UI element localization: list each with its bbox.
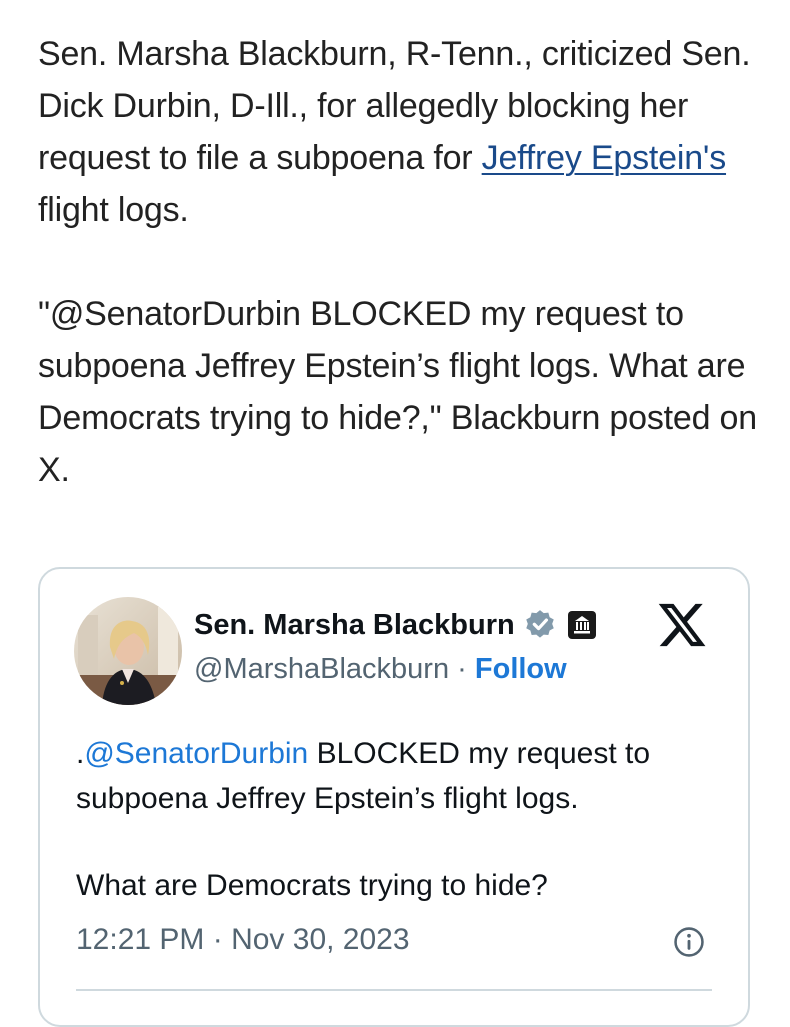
handle-row: @MarshaBlackburn · Follow xyxy=(194,653,597,686)
info-icon[interactable] xyxy=(672,925,706,959)
author-name[interactable]: Sen. Marsha Blackburn xyxy=(194,609,515,642)
author-info: Sen. Marsha Blackburn @MarshaBlackburn ·… xyxy=(194,605,597,686)
author-name-row: Sen. Marsha Blackburn xyxy=(194,605,597,645)
tweet-line-1: .@SenatorDurbin BLOCKED my request to su… xyxy=(76,731,726,821)
x-logo-icon[interactable] xyxy=(656,599,708,651)
article-text: Sen. Marsha Blackburn, R-Tenn., criticiz… xyxy=(38,28,758,496)
card-divider xyxy=(76,989,712,991)
tweet-line-2: What are Democrats trying to hide? xyxy=(76,869,548,902)
tweet-header: Sen. Marsha Blackburn @MarshaBlackburn ·… xyxy=(74,597,718,707)
government-building-icon xyxy=(567,610,597,640)
embedded-tweet-card[interactable]: Sen. Marsha Blackburn @MarshaBlackburn ·… xyxy=(38,567,750,1027)
author-avatar[interactable] xyxy=(74,597,182,705)
tweet-timestamp[interactable]: 12:21 PM · Nov 30, 2023 xyxy=(76,923,410,957)
author-handle[interactable]: @MarshaBlackburn xyxy=(194,653,449,685)
article-paragraph-2: "@SenatorDurbin BLOCKED my request to su… xyxy=(38,295,757,489)
tweet-body: .@SenatorDurbin BLOCKED my request to su… xyxy=(76,731,726,908)
follow-button[interactable]: Follow xyxy=(475,653,567,685)
epstein-link[interactable]: Jeffrey Epstein's xyxy=(482,139,727,177)
article-paragraph-1: Sen. Marsha Blackburn, R-Tenn., criticiz… xyxy=(38,28,758,236)
mention-link[interactable]: @SenatorDurbin xyxy=(84,737,308,770)
article-paragraph-1-end: flight logs. xyxy=(38,191,189,229)
handle-separator: · xyxy=(449,653,475,685)
verified-badge-icon xyxy=(523,608,557,642)
